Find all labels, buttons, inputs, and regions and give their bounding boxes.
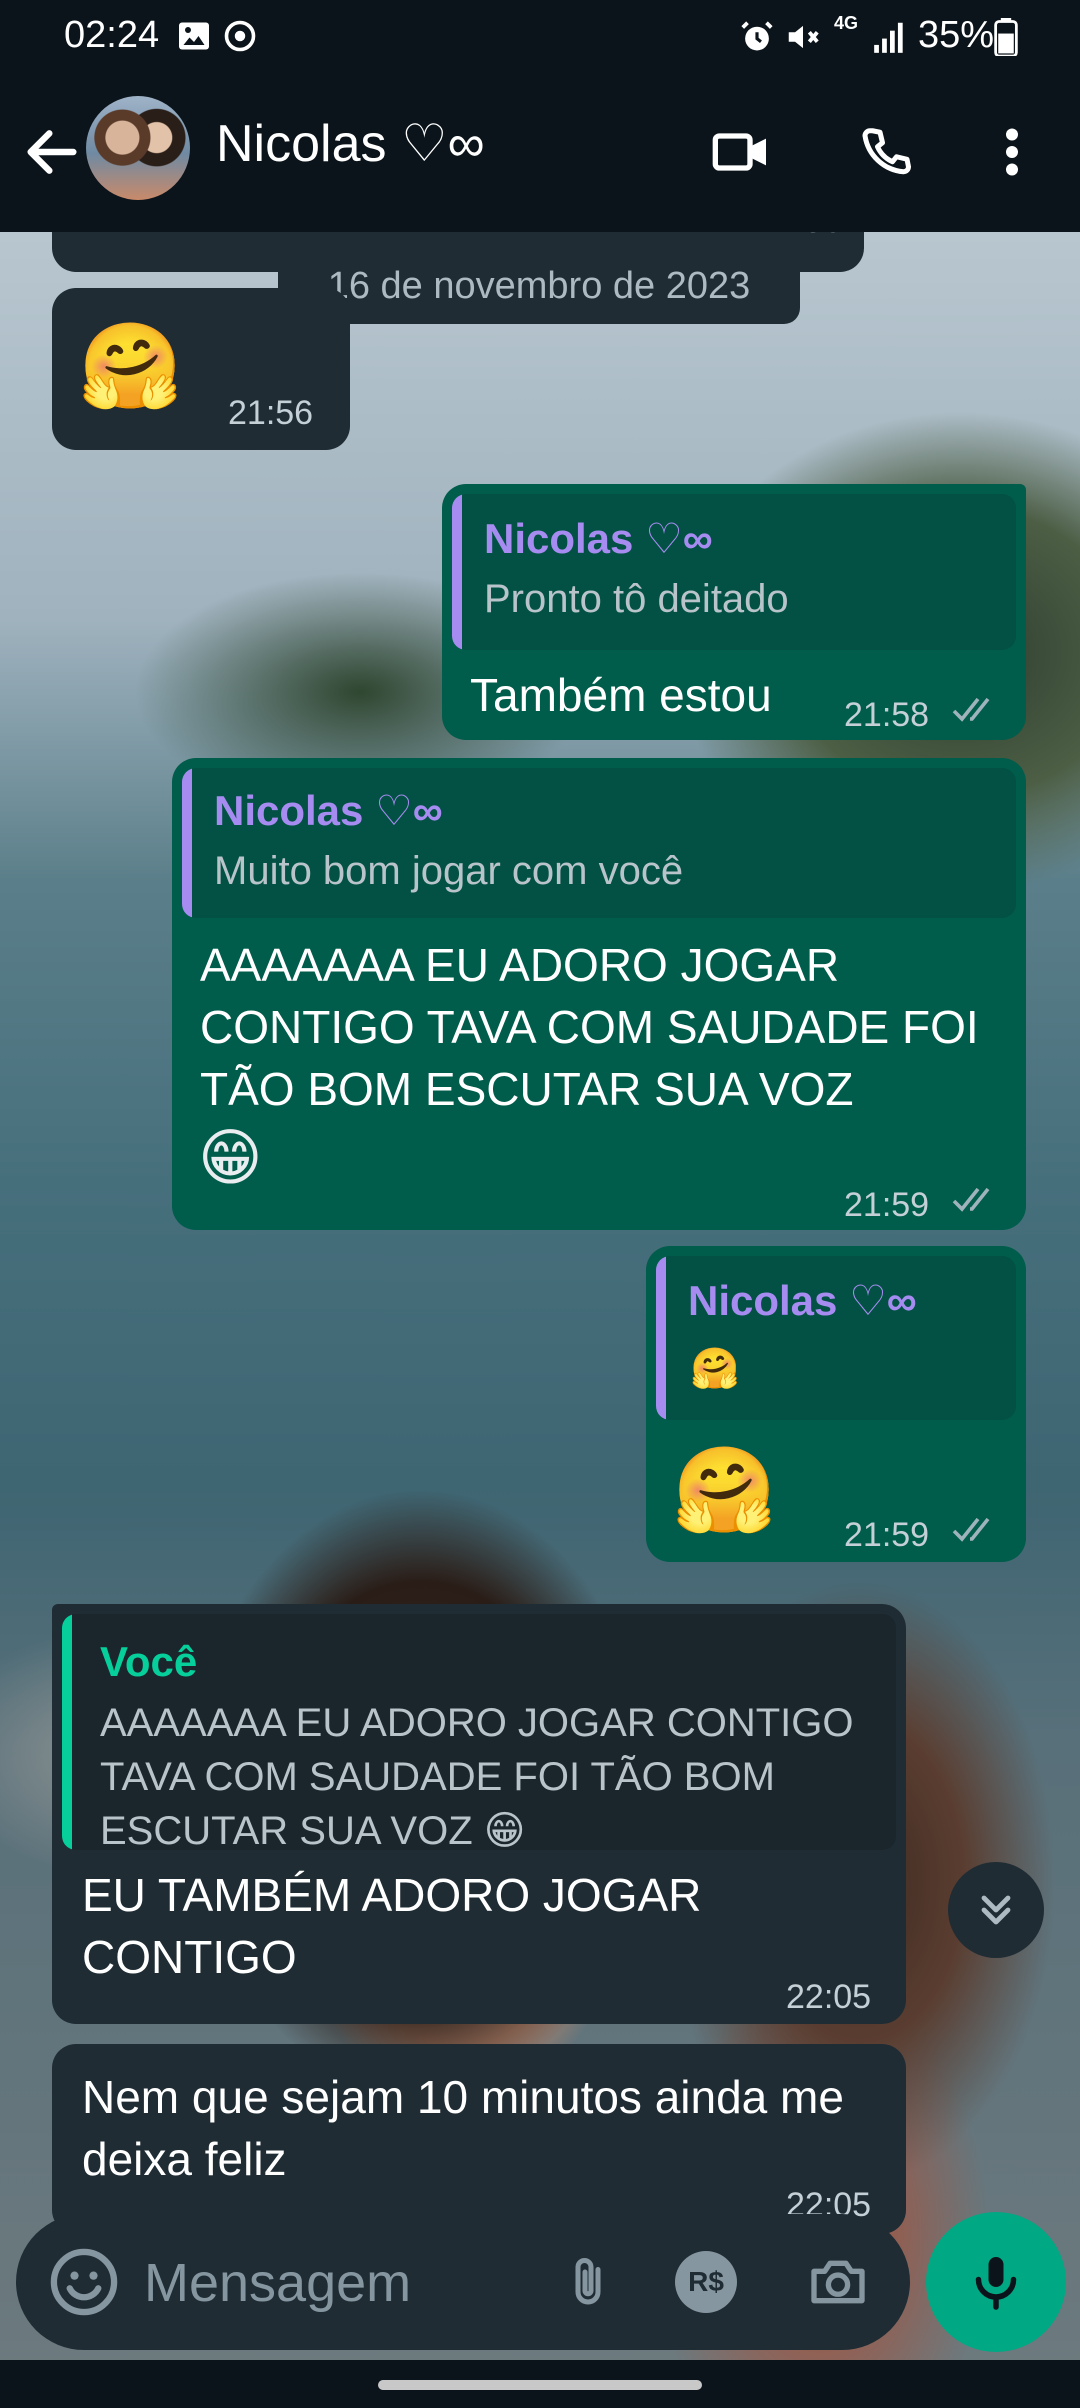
quoted-message[interactable]: Você AAAAAAA EU ADORO JOGAR CONTIGO TAVA… — [62, 1614, 896, 1850]
quote-bar — [182, 768, 192, 918]
message-time: 21:56 — [757, 232, 842, 241]
message-bubble-outgoing[interactable]: Nicolas ♡∞ 🤗 🤗 21:59 — [646, 1246, 1026, 1562]
phone-icon — [862, 128, 911, 175]
gallery-icon — [179, 22, 209, 50]
battery-icon — [994, 18, 1018, 56]
read-receipt-icon — [952, 697, 990, 722]
video-call-button[interactable] — [706, 116, 778, 188]
battery-percent: 35% — [917, 14, 994, 56]
quote-bar — [656, 1256, 666, 1420]
status-time: 02:24 — [64, 14, 160, 56]
contact-name[interactable]: Nicolas ♡∞ — [216, 114, 485, 174]
more-options-button[interactable] — [976, 116, 1048, 188]
read-receipt-icon — [952, 1187, 990, 1212]
scroll-to-bottom-button[interactable] — [948, 1862, 1044, 1958]
alarm-icon — [741, 21, 773, 51]
emoji-icon[interactable] — [46, 2244, 122, 2320]
mute-icon — [788, 25, 819, 49]
message-text: EU TAMBÉM ADORO JOGAR CONTIGO — [82, 1869, 702, 1983]
message-time: 21:58 — [844, 696, 930, 734]
message-text: AAAAAAA EU ADORO JOGAR CONTIGO TAVA COM … — [200, 939, 979, 1115]
quote-text: Muito bom jogar com você — [214, 849, 684, 893]
contact-avatar[interactable] — [86, 96, 190, 200]
system-nav-bar — [0, 2360, 1080, 2408]
message-text: Nem que sejam 10 minutos ainda me deixa … — [82, 2071, 844, 2185]
date-chip: 16 de novembro de 2023 — [278, 248, 800, 324]
more-vert-icon — [1006, 128, 1018, 176]
attach-button[interactable] — [550, 2244, 626, 2320]
message-bubble-incoming[interactable]: 🤗 21:56 — [52, 288, 350, 450]
quote-author: Nicolas ♡∞ — [688, 1277, 917, 1324]
quoted-message[interactable]: Nicolas ♡∞ Pronto tô deitado — [452, 494, 1016, 650]
message-bubble-incoming[interactable]: Nem que sejam 10 minutos ainda me deixa … — [52, 2044, 906, 2234]
chat-header: Nicolas ♡∞ — [0, 76, 1080, 232]
currency-icon: R$ — [675, 2251, 737, 2313]
emoji-grinning: 😁 — [198, 1124, 263, 1193]
status-bar: 02:24 4G 35% — [0, 0, 1080, 76]
double-chevron-down-icon — [981, 1895, 1011, 1925]
paperclip-icon — [575, 2258, 601, 2305]
location-sync-icon — [224, 20, 256, 52]
signal-icon — [874, 22, 903, 53]
message-time: 21:59 — [844, 1516, 930, 1554]
back-arrow-icon[interactable] — [20, 120, 84, 184]
quoted-message[interactable]: Nicolas ♡∞ 🤗 — [656, 1256, 1016, 1420]
quote-bar — [452, 494, 462, 650]
quote-text: AAAAAAA EU ADORO JOGAR CONTIGO TAVA COM … — [100, 1701, 854, 1850]
message-text: Também estou — [470, 669, 772, 721]
voice-message-button[interactable] — [926, 2212, 1066, 2352]
emoji-hugging: 🤗 — [78, 319, 183, 413]
message-time: 22:05 — [786, 1978, 872, 2016]
camera-icon — [811, 2260, 865, 2304]
home-gesture-handle[interactable] — [378, 2380, 702, 2390]
camera-button[interactable] — [800, 2244, 876, 2320]
quoted-message[interactable]: Nicolas ♡∞ Muito bom jogar com você — [182, 768, 1016, 918]
video-camera-icon — [712, 133, 766, 171]
quote-author: Nicolas ♡∞ — [484, 515, 713, 562]
chat-area[interactable]: Muito bom kkkk kkkk kkkk 21:56 16 de nov… — [0, 232, 1080, 2392]
quote-author: Você — [100, 1638, 198, 1685]
message-input[interactable] — [144, 2248, 524, 2318]
payment-button[interactable]: R$ — [668, 2244, 744, 2320]
message-text: Muito bom kkkk kkkk kkkk — [82, 232, 611, 246]
message-composer: R$ — [16, 2214, 910, 2350]
quote-bar — [62, 1614, 72, 1850]
quote-text: Pronto tô deitado — [484, 577, 789, 621]
voice-call-button[interactable] — [850, 116, 922, 188]
microphone-icon — [975, 2257, 1017, 2310]
message-bubble-outgoing[interactable]: Nicolas ♡∞ Muito bom jogar com você AAAA… — [172, 758, 1026, 1230]
quote-text: 🤗 — [690, 1347, 740, 1391]
message-time: 21:56 — [228, 394, 314, 432]
message-time: 21:59 — [844, 1186, 930, 1224]
quote-author: Nicolas ♡∞ — [214, 787, 443, 834]
emoji-hugging: 🤗 — [672, 1443, 777, 1537]
network-type: 4G — [834, 13, 859, 33]
message-bubble-outgoing[interactable]: Nicolas ♡∞ Pronto tô deitado Também esto… — [442, 484, 1026, 740]
read-receipt-icon — [952, 1517, 990, 1542]
message-bubble-incoming[interactable]: Você AAAAAAA EU ADORO JOGAR CONTIGO TAVA… — [52, 1604, 906, 2024]
